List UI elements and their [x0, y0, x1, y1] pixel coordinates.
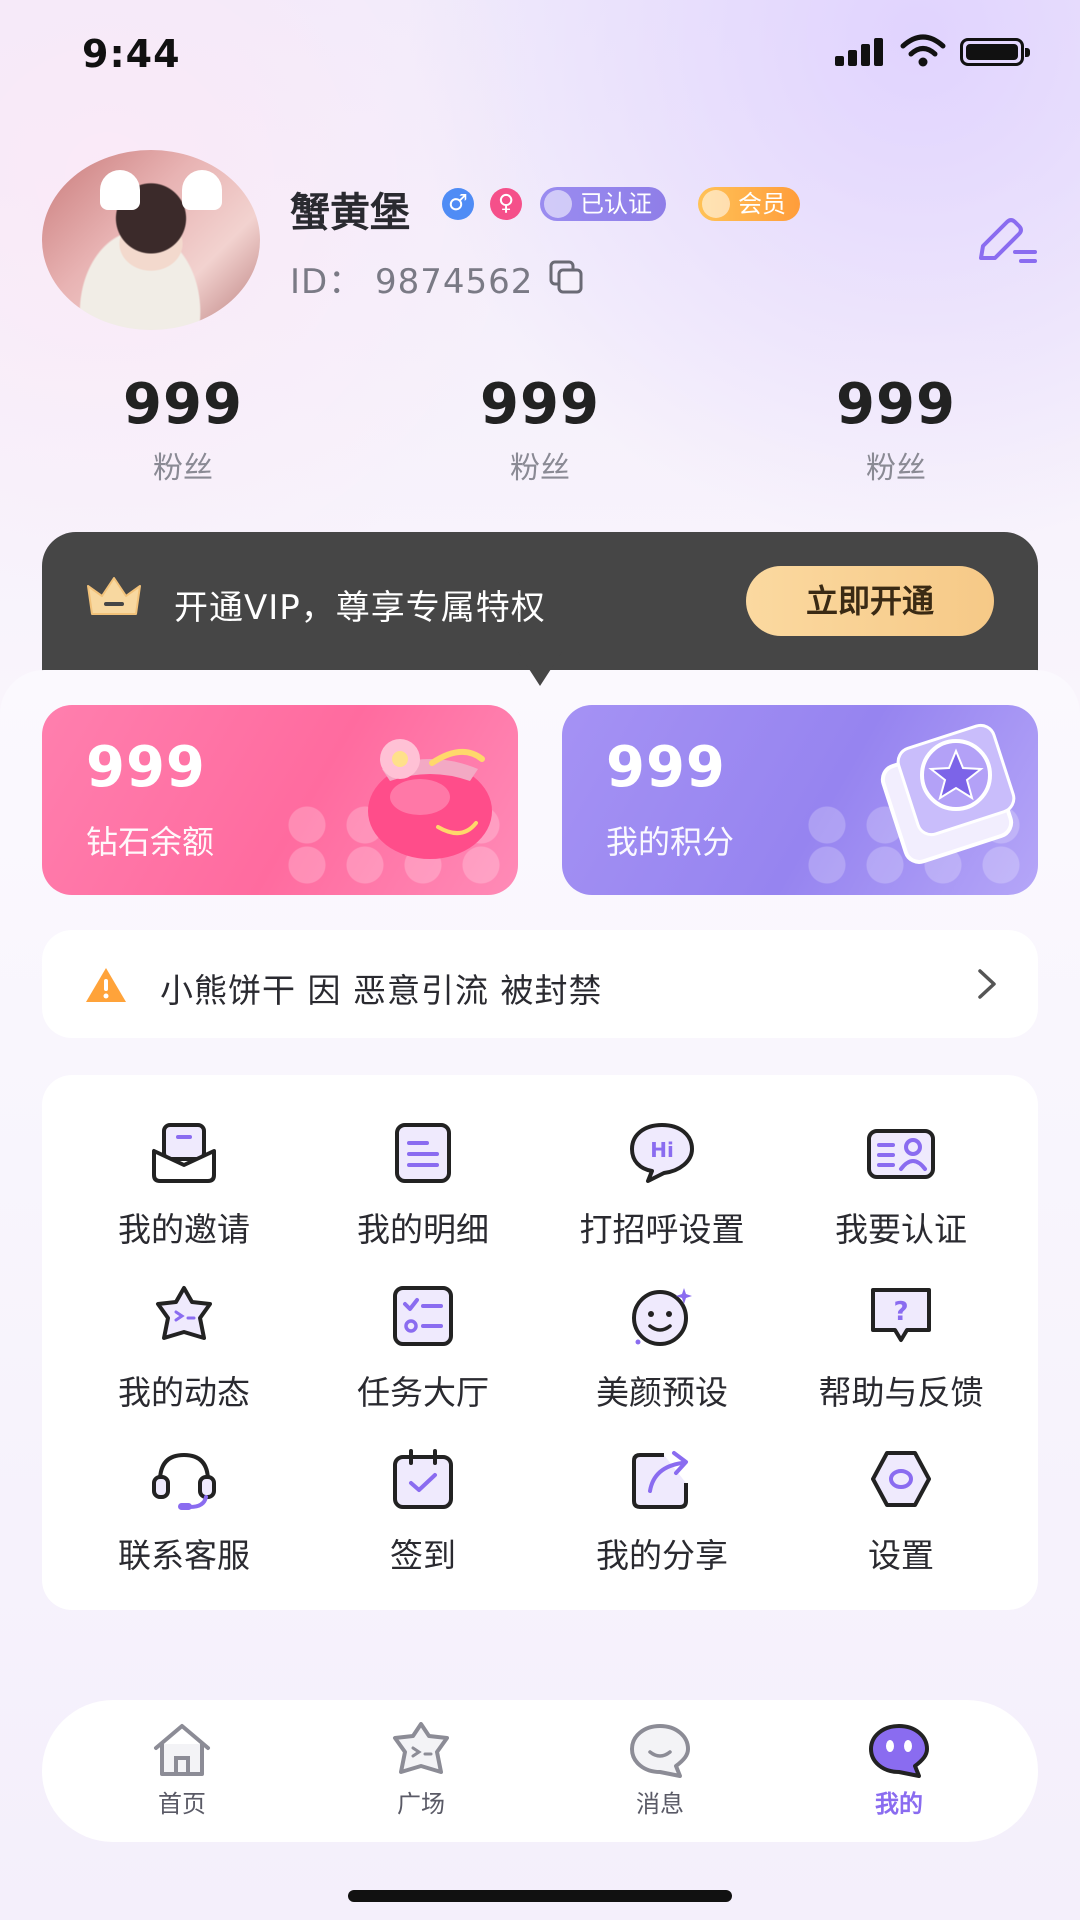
share-icon — [632, 1451, 688, 1509]
stat-value: 999 — [480, 372, 600, 437]
member-badge: 会员 — [698, 187, 800, 221]
nav-square[interactable]: 广场 — [351, 1722, 491, 1822]
menu-item-invite[interactable]: 我的邀请 — [64, 1121, 304, 1261]
moments-icon — [156, 1286, 212, 1340]
menu-item-help[interactable]: ? 帮助与反馈 — [781, 1284, 1021, 1424]
menu-item-label: 任务大厅 — [357, 1373, 489, 1412]
stat-label: 粉丝 — [510, 451, 570, 486]
status-bar: 9:44 — [0, 0, 1080, 110]
profile-icon — [869, 1724, 929, 1778]
diamond-balance-value: 999 — [86, 735, 206, 800]
person-icon — [544, 190, 572, 218]
nav-label: 首页 — [158, 1790, 206, 1818]
notice-bar[interactable]: 小熊饼干 因 恶意引流 被封禁 — [42, 930, 1038, 1038]
menu-item-checkin[interactable]: 签到 — [303, 1447, 543, 1587]
greeting-icon: Hi — [630, 1123, 694, 1183]
stat-label: 粉丝 — [866, 451, 926, 486]
menu-item-label: 帮助与反馈 — [818, 1373, 984, 1412]
invite-icon — [152, 1123, 216, 1183]
stat-fans-1[interactable]: 999 粉丝 — [73, 372, 293, 487]
menu-item-label: 设置 — [868, 1536, 934, 1575]
menu-item-moments[interactable]: 我的动态 — [64, 1284, 304, 1424]
square-icon — [393, 1722, 449, 1774]
home-icon — [154, 1724, 210, 1776]
member-badge-label: 会员 — [738, 190, 786, 218]
menu-item-label: 我的动态 — [118, 1373, 250, 1412]
svg-text:Hi: Hi — [650, 1138, 674, 1162]
stat-label: 粉丝 — [153, 451, 213, 486]
menu-item-label: 签到 — [390, 1536, 456, 1575]
points-label: 我的积分 — [606, 823, 735, 861]
nav-home[interactable]: 首页 — [112, 1722, 252, 1822]
diamond-icon — [702, 190, 730, 218]
signal-icon — [835, 38, 887, 66]
menu-item-label: 我要认证 — [835, 1210, 967, 1249]
beauty-icon — [632, 1288, 692, 1346]
nav-label: 消息 — [636, 1790, 684, 1818]
menu-item-label: 我的邀请 — [118, 1210, 250, 1249]
stat-fans-2[interactable]: 999 粉丝 — [430, 372, 650, 487]
chevron-right-icon — [978, 969, 996, 999]
warning-icon — [86, 968, 126, 1002]
notice-text: 小熊饼干 因 恶意引流 被封禁 — [160, 971, 603, 1010]
vip-open-button[interactable]: 立即开通 — [746, 566, 994, 636]
stat-value: 999 — [123, 372, 243, 437]
menu-item-greeting[interactable]: Hi 打招呼设置 — [542, 1121, 782, 1261]
edit-profile-icon[interactable] — [975, 216, 1037, 266]
nav-label: 广场 — [397, 1790, 445, 1818]
nav-profile[interactable]: 我的 — [829, 1722, 969, 1822]
female-icon: ♀ — [490, 188, 522, 220]
settings-icon — [871, 1451, 931, 1507]
wifi-icon — [900, 34, 946, 67]
verified-badge: 已认证 — [540, 187, 666, 221]
menu-item-tasks[interactable]: 任务大厅 — [303, 1284, 543, 1424]
menu-item-support[interactable]: 联系客服 — [64, 1447, 304, 1587]
star-ticket-icon — [880, 723, 1016, 864]
user-id: ID： 9874562 — [290, 262, 534, 302]
verify-icon — [867, 1129, 935, 1179]
stat-fans-3[interactable]: 999 粉丝 — [786, 372, 1006, 487]
points-card[interactable]: 999 我的积分 — [562, 705, 1038, 895]
menu-item-settings[interactable]: 设置 — [781, 1447, 1021, 1587]
details-icon — [395, 1123, 451, 1183]
avatar[interactable] — [42, 150, 260, 330]
male-icon: ♂ — [442, 188, 474, 220]
menu-item-label: 我的明细 — [357, 1210, 489, 1249]
menu-item-label: 美颜预设 — [596, 1373, 728, 1412]
crown-icon — [87, 577, 141, 615]
nav-label: 我的 — [875, 1790, 923, 1818]
tasks-icon — [393, 1286, 453, 1346]
diamond-balance-card[interactable]: 999 钻石余额 — [42, 705, 518, 895]
bottom-navigation: 首页 广场 消息 我的 — [42, 1700, 1038, 1842]
menu-item-verify[interactable]: 我要认证 — [781, 1121, 1021, 1261]
svg-text:?: ? — [893, 1297, 908, 1327]
menu-grid: 我的邀请 我的明细 Hi 打招呼设置 我要认证 我的动态 任务大厅 美颜预设 ?… — [42, 1075, 1038, 1610]
diamond-balance-label: 钻石余额 — [86, 823, 215, 861]
menu-item-label: 我的分享 — [596, 1536, 728, 1575]
username: 蟹黄堡 — [290, 190, 410, 236]
menu-item-label: 打招呼设置 — [579, 1210, 745, 1249]
lucky-bag-icon — [368, 739, 492, 859]
vip-text: 开通VIP，尊享专属特权 — [174, 588, 546, 628]
points-value: 999 — [606, 735, 726, 800]
verified-badge-label: 已认证 — [580, 190, 652, 218]
home-indicator[interactable] — [348, 1890, 732, 1902]
menu-item-label: 联系客服 — [118, 1536, 250, 1575]
calendar-check-icon — [393, 1449, 453, 1509]
message-icon — [630, 1724, 690, 1778]
menu-item-details[interactable]: 我的明细 — [303, 1121, 543, 1261]
copy-icon[interactable] — [549, 260, 583, 294]
menu-item-beauty[interactable]: 美颜预设 — [542, 1284, 782, 1424]
help-icon: ? — [871, 1288, 931, 1342]
headset-icon — [152, 1452, 216, 1510]
nav-messages[interactable]: 消息 — [590, 1722, 730, 1822]
status-time: 9:44 — [82, 32, 181, 76]
stat-value: 999 — [836, 372, 956, 437]
battery-icon — [960, 38, 1030, 66]
menu-item-share[interactable]: 我的分享 — [542, 1447, 782, 1587]
